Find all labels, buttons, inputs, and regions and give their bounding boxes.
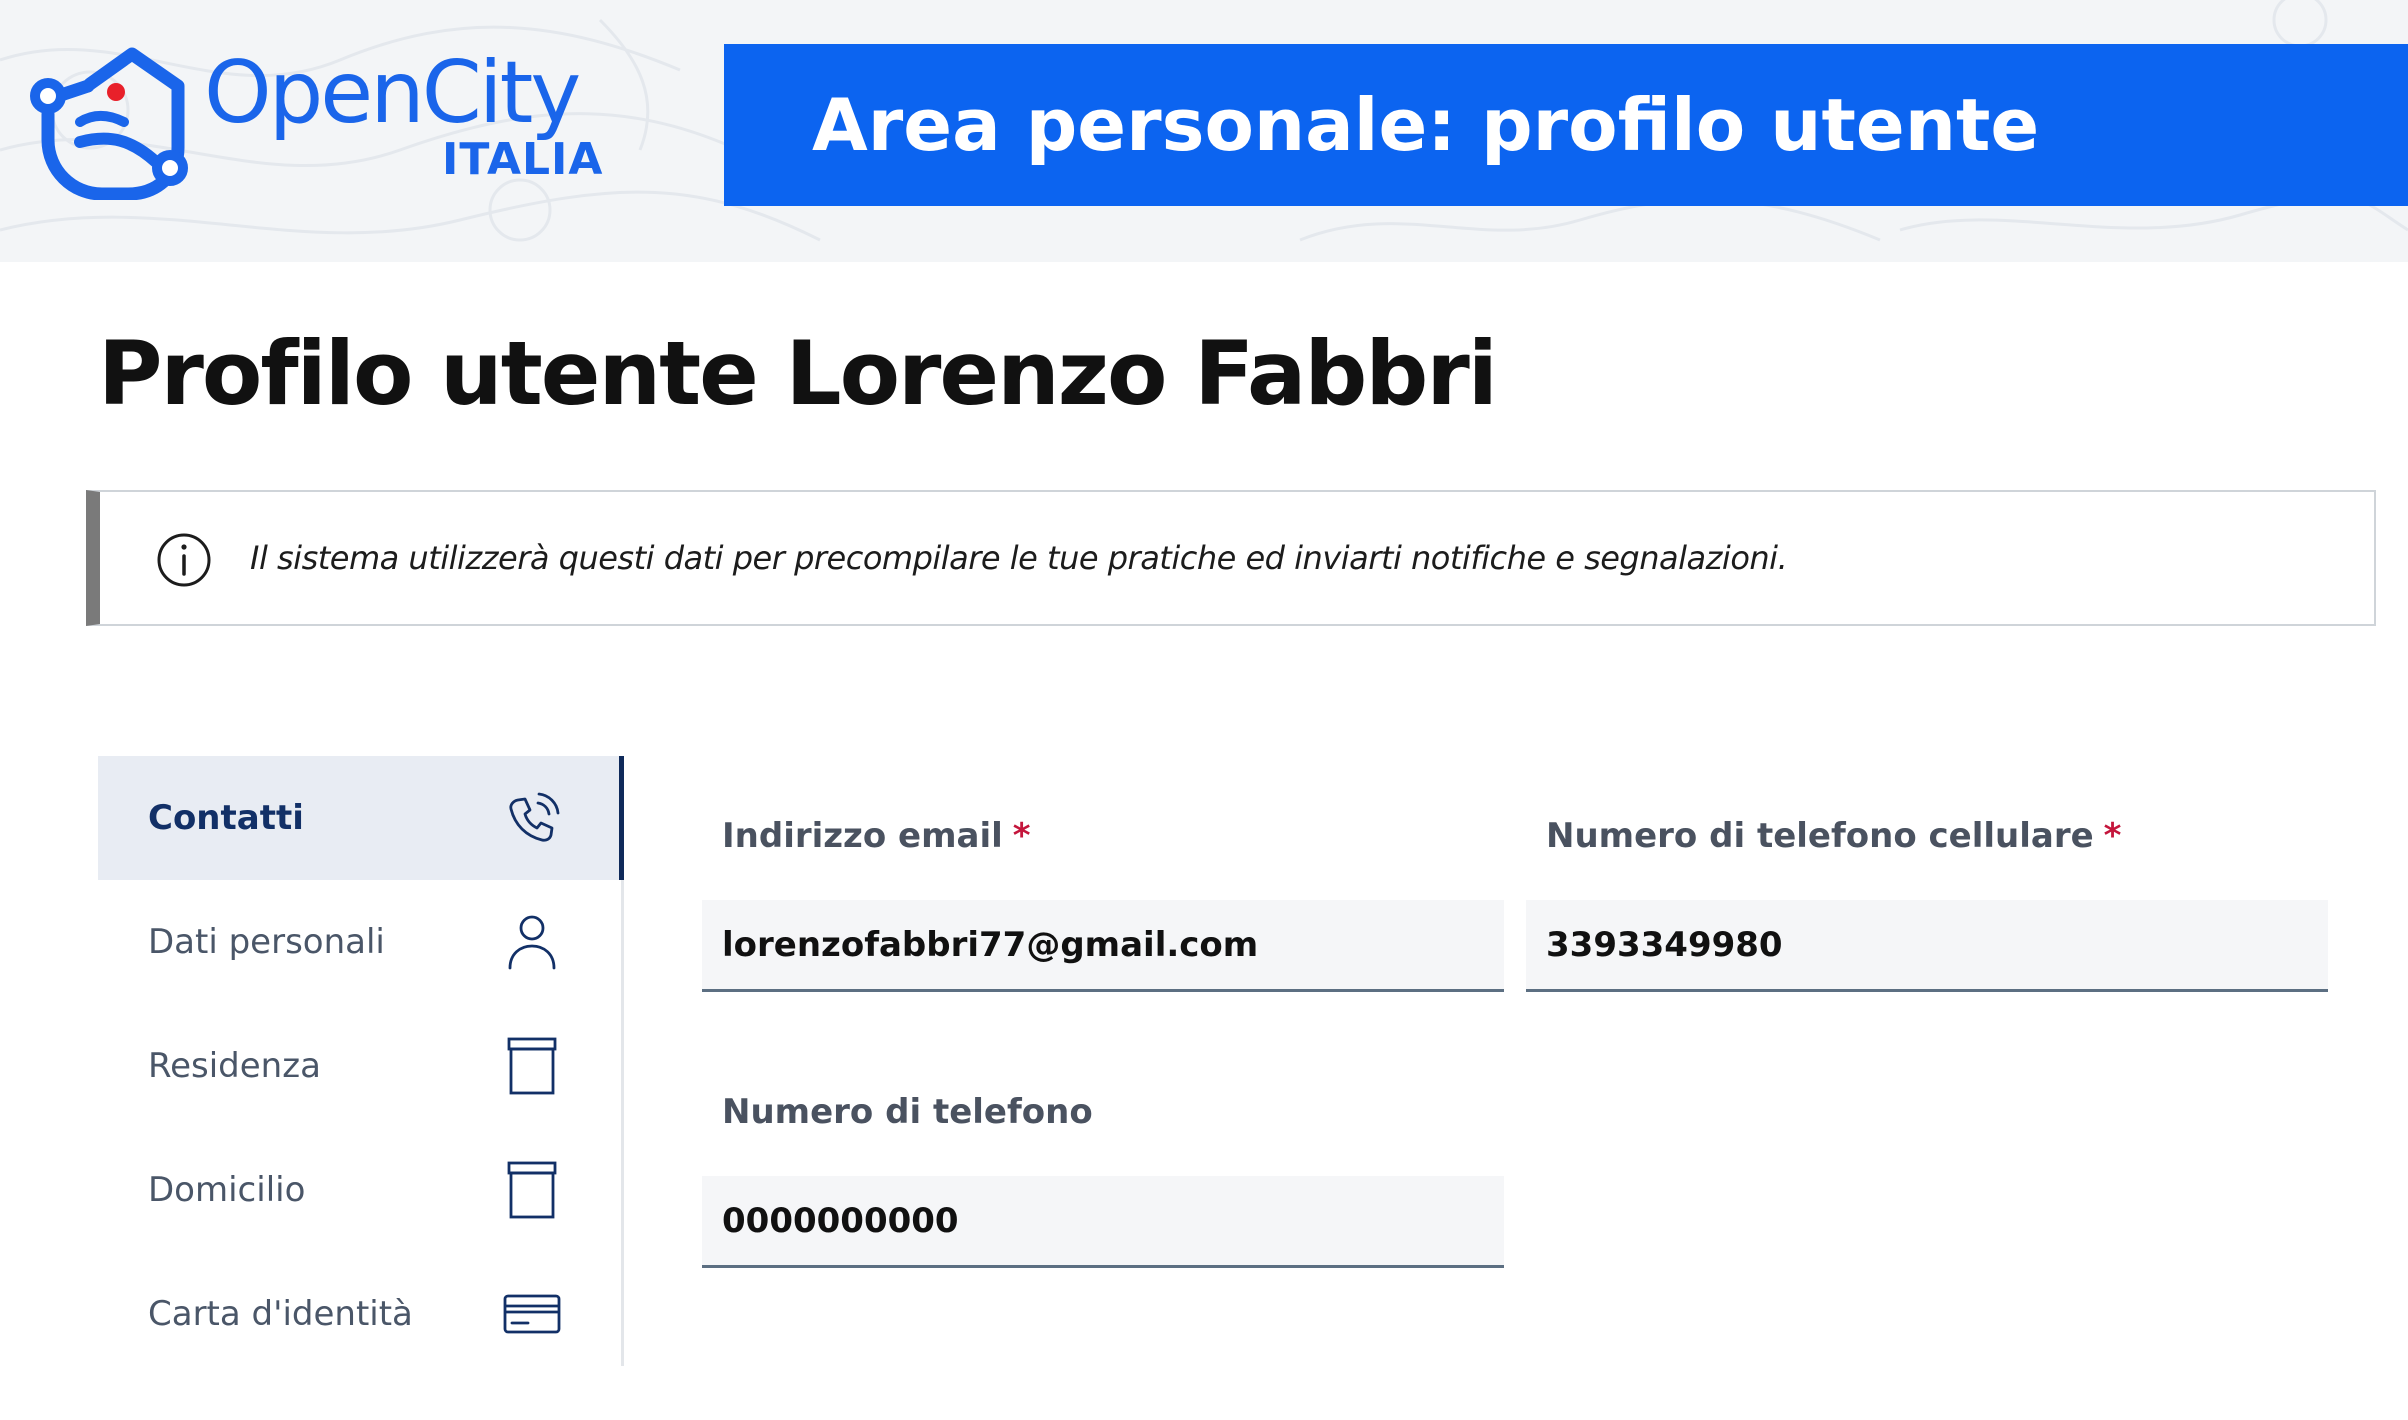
sidebar-item-domicilio[interactable]: Domicilio [98, 1128, 621, 1252]
sidebar-item-dati-personali[interactable]: Dati personali [98, 880, 621, 1004]
mobile-label: Numero di telefono cellulare * [1546, 816, 2121, 856]
sidebar-item-label: Domicilio [148, 1170, 306, 1210]
person-icon [508, 915, 556, 970]
callout-text: Il sistema utilizzerà questi dati per pr… [250, 539, 1788, 577]
email-field[interactable] [702, 900, 1504, 992]
mobile-phone-field[interactable] [1526, 900, 2328, 992]
sidebar-item-residenza[interactable]: Residenza [98, 1004, 621, 1128]
section-title: Area personale: profilo utente [812, 83, 2040, 167]
mobile-label-text: Numero di telefono cellulare [1546, 816, 2094, 856]
page-title: Profilo utente Lorenzo Fabbri [98, 322, 1498, 425]
sidebar-item-label: Contatti [148, 798, 304, 838]
phone-icon [509, 792, 560, 842]
sidebar-item-carta-identita[interactable]: Carta d'identità [98, 1252, 621, 1376]
email-label-text: Indirizzo email [722, 816, 1003, 856]
required-marker: * [1012, 816, 1031, 856]
opencity-logo-icon [30, 47, 188, 200]
profile-sidebar: Contatti Dati personali Residenza Domici… [98, 756, 624, 1366]
sidebar-item-label: Carta d'identità [148, 1294, 413, 1334]
sidebar-item-label: Residenza [148, 1046, 321, 1086]
logo-subtitle: ITALIA [442, 134, 604, 185]
email-label: Indirizzo email * [722, 816, 1031, 856]
info-icon [157, 533, 211, 587]
phone-label-text: Numero di telefono [722, 1092, 1093, 1132]
sidebar-item-contatti[interactable]: Contatti [98, 756, 624, 880]
phone-field[interactable] [702, 1176, 1504, 1268]
opencity-logo[interactable]: OpenCity ITALIA [28, 30, 608, 200]
required-marker: * [2103, 816, 2122, 856]
logo-wordmark: OpenCity [204, 43, 581, 143]
sidebar-item-label: Dati personali [148, 922, 385, 962]
section-title-bar: Area personale: profilo utente [724, 44, 2408, 206]
archive-box-icon [507, 1161, 557, 1219]
info-callout: Il sistema utilizzerà questi dati per pr… [86, 490, 2376, 626]
id-card-icon [503, 1294, 561, 1334]
phone-label: Numero di telefono [722, 1092, 1093, 1132]
header-banner: OpenCity ITALIA Area personale: profilo … [0, 0, 2408, 262]
archive-box-icon [507, 1037, 557, 1095]
